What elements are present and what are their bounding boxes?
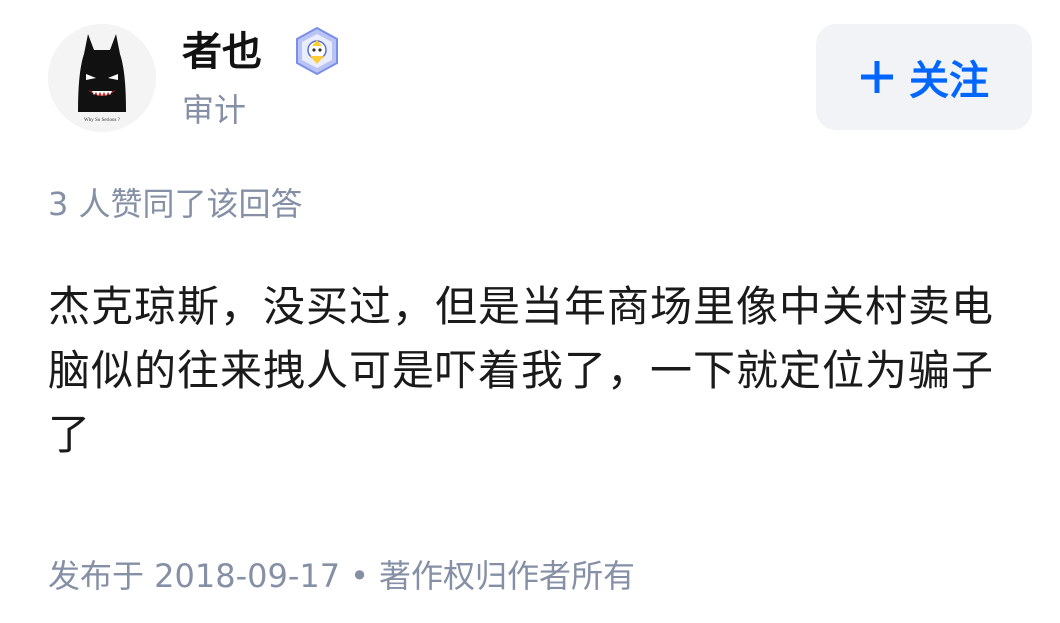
separator-dot: • <box>350 557 370 595</box>
avatar-caption: Why So Serious ? <box>84 118 121 123</box>
copyright-notice: 著作权归作者所有 <box>379 557 636 595</box>
plus-icon <box>859 59 895 95</box>
achievement-badge-icon[interactable] <box>292 26 342 76</box>
avatar[interactable]: Why So Serious ? <box>48 24 156 132</box>
batman-joker-avatar-icon: Why So Serious ? <box>48 24 156 132</box>
publish-date[interactable]: 发布于 2018-09-17 <box>48 557 340 595</box>
vote-summary[interactable]: 3 人赞同了该回答 <box>48 184 303 224</box>
author-row: Why So Serious ? 者也 审计 关注 <box>48 24 1032 134</box>
answer-meta: 发布于 2018-09-17 • 著作权归作者所有 <box>48 556 635 596</box>
author-headline: 审计 <box>182 91 247 129</box>
answer-content[interactable]: 杰克琼斯，没买过，但是当年商场里像中关村卖电脑似的往来拽人可是吓着我了，一下就定… <box>48 275 1018 467</box>
answer-text: 杰克琼斯，没买过，但是当年商场里像中关村卖电脑似的往来拽人可是吓着我了，一下就定… <box>48 282 995 459</box>
follow-button[interactable]: 关注 <box>816 24 1032 130</box>
follow-button-label: 关注 <box>909 58 989 104</box>
author-name[interactable]: 者也 <box>182 28 262 76</box>
